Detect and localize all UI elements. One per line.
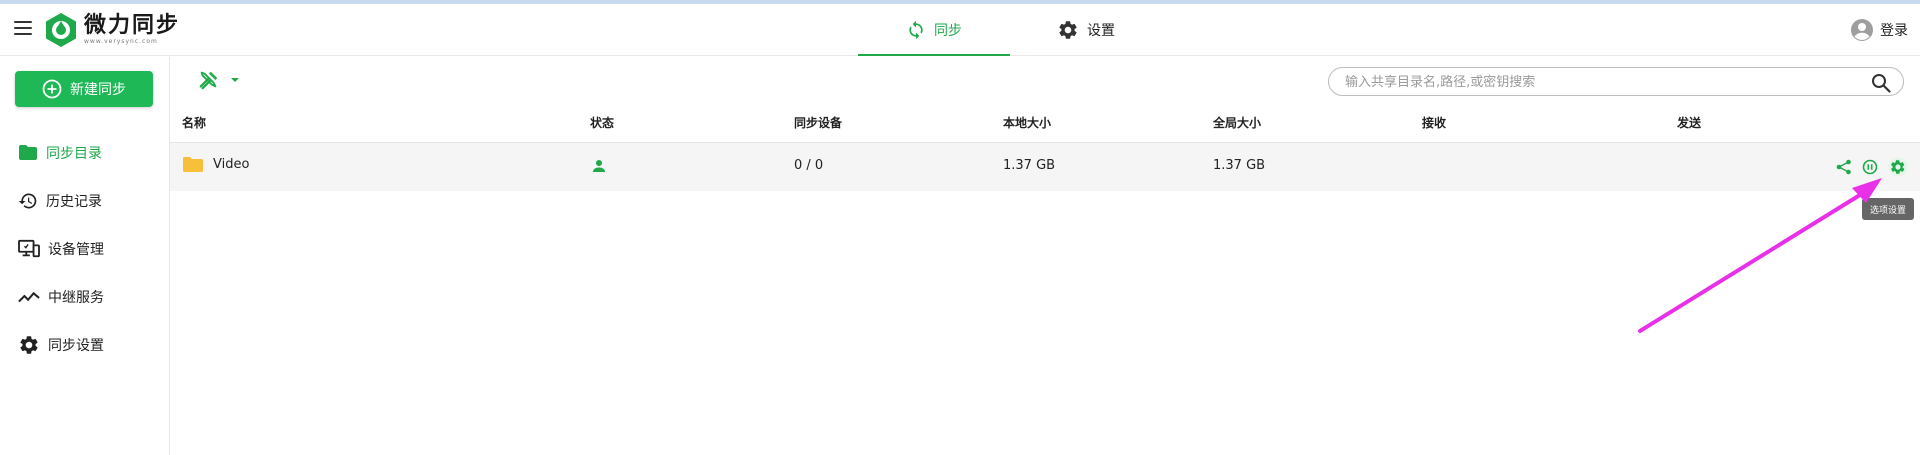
sidebar-item-relay[interactable]: 中继服务 [0, 273, 169, 321]
folder-name: Video [213, 157, 250, 172]
tab-sync[interactable]: 同步 [858, 4, 1010, 56]
pause-button[interactable] [1862, 159, 1878, 175]
tab-settings-label: 设置 [1087, 23, 1115, 39]
logo-url: www.verysync.com [84, 38, 158, 45]
tab-sync-label: 同步 [934, 23, 962, 39]
folder-name-cell: Video [183, 156, 249, 173]
column-header-name[interactable]: 名称 [182, 114, 206, 131]
app-logo[interactable]: 微力同步 www.verysync.com [44, 10, 180, 50]
table-row[interactable]: Video 0 / 0 1.37 GB 1.37 GB [170, 143, 1920, 191]
menu-icon[interactable] [14, 21, 32, 35]
column-header-send[interactable]: 发送 [1677, 114, 1701, 131]
add-circle-icon [42, 79, 62, 99]
sidebar-item-label: 中继服务 [48, 290, 104, 306]
row-actions [1826, 157, 1908, 177]
user-icon [593, 160, 605, 172]
sidebar-item-label: 同步目录 [46, 146, 102, 162]
sidebar-item-label: 同步设置 [48, 338, 104, 354]
login-button[interactable]: 登录 [1850, 18, 1908, 42]
account-icon [1851, 19, 1873, 41]
device-icon [18, 239, 40, 258]
search-icon[interactable] [1871, 73, 1891, 93]
tab-settings[interactable]: 设置 [1010, 4, 1162, 56]
table-header: 名称 状态 同步设备 本地大小 全局大小 接收 发送 [170, 105, 1920, 143]
sidebar-item-label: 设备管理 [48, 242, 104, 258]
new-sync-button[interactable]: 新建同步 [15, 71, 153, 107]
folder-icon [19, 145, 37, 160]
sidebar-item-sync-settings[interactable]: 同步设置 [0, 321, 169, 369]
share-icon [1836, 159, 1851, 175]
column-header-receive[interactable]: 接收 [1422, 114, 1446, 131]
tooltip: 选项设置 [1862, 198, 1914, 220]
gear-icon [1888, 157, 1908, 177]
toolbar [170, 57, 1920, 105]
logo-name: 微力同步 [84, 13, 181, 38]
global-size-cell: 1.37 GB [1213, 158, 1266, 173]
chevron-down-icon [231, 78, 239, 82]
top-tabs: 同步 设置 [858, 4, 1162, 56]
logo-mark-icon [46, 13, 76, 47]
login-label: 登录 [1880, 23, 1908, 39]
status-cell [592, 159, 606, 177]
sidebar-item-label: 历史记录 [46, 194, 102, 210]
folder-settings-button[interactable] [1888, 157, 1908, 177]
top-header: 微力同步 www.verysync.com 同步 设置 登录 [0, 4, 1920, 56]
folder-icon [183, 157, 203, 172]
local-size-cell: 1.37 GB [1003, 158, 1056, 173]
sidebar-item-devices[interactable]: 设备管理 [0, 225, 169, 273]
column-header-devices[interactable]: 同步设备 [794, 114, 842, 131]
history-icon [18, 193, 37, 209]
sync-icon [909, 20, 923, 40]
devices-cell: 0 / 0 [794, 158, 824, 173]
gear-icon [20, 336, 38, 354]
sidebar-item-sync-folders[interactable]: 同步目录 [0, 129, 169, 177]
sidebar-item-history[interactable]: 历史记录 [0, 177, 169, 225]
tools-dropdown-button[interactable] [198, 69, 242, 91]
column-header-status[interactable]: 状态 [590, 114, 614, 131]
column-header-global-size[interactable]: 全局大小 [1213, 114, 1261, 131]
share-button[interactable] [1836, 159, 1852, 175]
search-input[interactable] [1345, 72, 1865, 92]
relay-icon [18, 291, 40, 303]
pause-circle-icon [1862, 159, 1878, 175]
new-sync-label: 新建同步 [70, 82, 126, 98]
sidebar: 新建同步 同步目录 历史记录 设备管理 中继服务 同步设置 [0, 57, 170, 455]
gear-icon [1059, 21, 1077, 39]
column-header-local-size[interactable]: 本地大小 [1003, 114, 1051, 131]
sidebar-nav: 同步目录 历史记录 设备管理 中继服务 同步设置 [0, 129, 169, 369]
tools-icon [199, 71, 218, 90]
search-box [1328, 67, 1904, 96]
